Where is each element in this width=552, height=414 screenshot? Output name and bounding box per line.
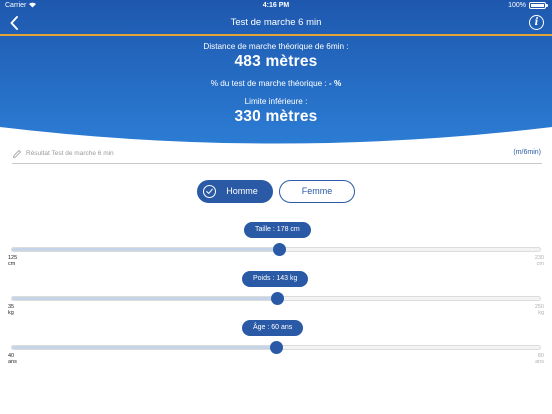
weight-slider-thumb[interactable] [271, 292, 285, 305]
status-bar: Carrier 4:16 PM 100% [0, 0, 552, 12]
weight-min-label: 35 kg [8, 304, 15, 316]
page-title: Test de marche 6 min [230, 17, 322, 28]
height-label-pill: Taille : 178 cm [244, 222, 311, 238]
theoretical-distance-label: Distance de marche théorique de 6min : [203, 42, 349, 51]
screen: Carrier 4:16 PM 100% Test de marche 6 mi… [0, 0, 552, 414]
height-max-label: 230 cm [534, 255, 544, 267]
percent-label: % du test de marche théorique : [210, 79, 327, 88]
battery-percent: 100% [508, 2, 526, 9]
height-slider-thumb[interactable] [272, 243, 286, 256]
weight-slider-fill [12, 297, 278, 300]
sex-option-homme[interactable]: Homme [197, 180, 273, 203]
age-min-label: 40 ans [8, 353, 17, 365]
lower-limit-value: 330 mètres [234, 108, 318, 125]
sex-option-femme[interactable]: Femme [279, 180, 355, 203]
pencil-icon [12, 149, 22, 159]
result-unit: (m/6min) [513, 149, 541, 156]
age-max-label: 80 ans [535, 353, 544, 365]
percent-value: - % [329, 79, 342, 88]
age-slider[interactable] [11, 341, 541, 354]
status-time: 4:16 PM [262, 2, 290, 9]
result-input[interactable] [26, 146, 466, 160]
height-slider-fill [12, 248, 279, 251]
sex-option-homme-label: Homme [226, 186, 258, 196]
age-slider-fill [12, 346, 276, 349]
info-icon[interactable]: i [529, 15, 544, 30]
height-slider[interactable] [11, 243, 541, 256]
result-field: (m/6min) [12, 146, 542, 164]
weight-slider[interactable] [11, 292, 541, 305]
age-slider-thumb[interactable] [270, 341, 283, 354]
check-circle-icon [203, 185, 216, 198]
sex-option-femme-label: Femme [301, 186, 333, 196]
height-min-label: 125 cm [8, 255, 18, 267]
battery-icon [529, 2, 548, 9]
theoretical-distance-value: 483 mètres [234, 53, 318, 70]
percent-row: % du test de marche théorique : - % [0, 79, 552, 88]
lower-limit-label: Limite inférieure : [244, 97, 308, 106]
age-label-pill: Âge : 60 ans [242, 320, 304, 336]
navigation-bar: Test de marche 6 min i [0, 12, 552, 34]
weight-max-label: 250 kg [534, 304, 544, 316]
weight-label-pill: Poids : 143 kg [242, 271, 309, 287]
navbar-divider [0, 34, 552, 36]
